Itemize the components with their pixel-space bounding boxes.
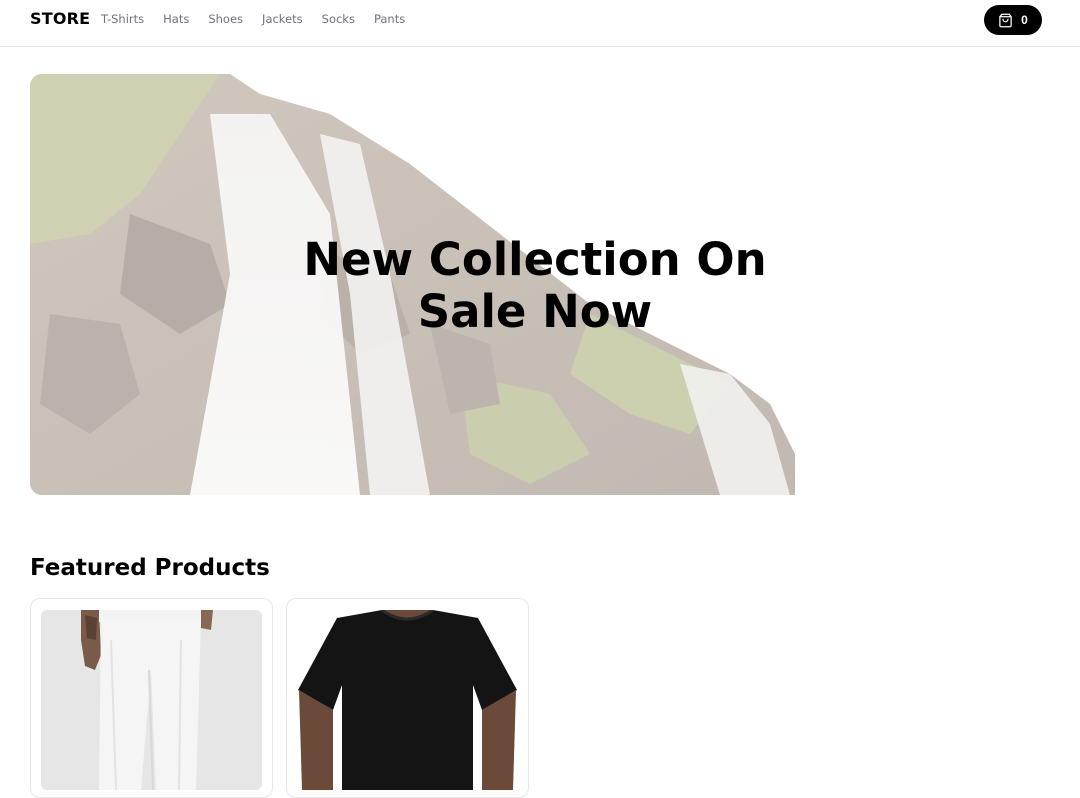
hero-title: New Collection On Sale Now — [303, 233, 767, 338]
cart-count: 0 — [1021, 13, 1028, 27]
black-tshirt-image — [297, 610, 518, 790]
product-card[interactable] — [286, 598, 529, 798]
featured-products-heading: Featured Products — [30, 555, 270, 581]
nav-item-shoes[interactable]: Shoes — [208, 12, 243, 27]
hero-banner[interactable]: New Collection On Sale Now — [30, 74, 1050, 495]
shopping-bag-icon — [999, 13, 1012, 27]
nav-item-pants[interactable]: Pants — [374, 12, 405, 27]
category-nav: T-Shirts Hats Shoes Jackets Socks Pants — [101, 12, 424, 27]
product-card[interactable] — [30, 598, 273, 798]
brand-logo[interactable]: STORE — [30, 9, 90, 28]
nav-item-jackets[interactable]: Jackets — [262, 12, 303, 27]
white-pants-image — [41, 610, 262, 790]
site-header: STORE T-Shirts Hats Shoes Jackets Socks … — [0, 0, 1080, 47]
cart-button[interactable]: 0 — [984, 5, 1042, 35]
nav-item-hats[interactable]: Hats — [163, 12, 189, 27]
nav-item-socks[interactable]: Socks — [322, 12, 355, 27]
nav-item-tshirts[interactable]: T-Shirts — [101, 12, 144, 27]
